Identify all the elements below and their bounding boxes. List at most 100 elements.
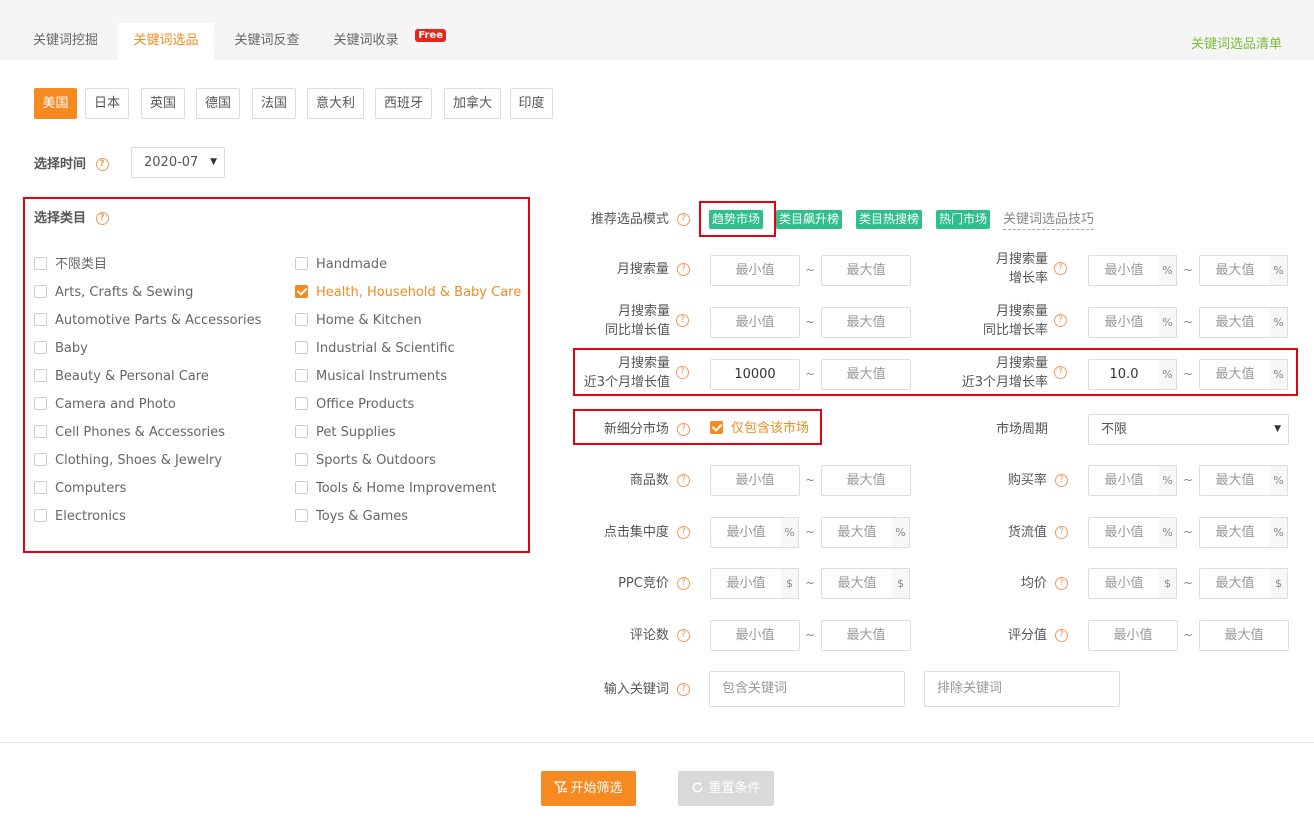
help-icon[interactable]: ? xyxy=(676,314,689,327)
q3-rate-min-input[interactable]: 10.0 xyxy=(1088,359,1160,390)
tab-keyword-product-selection[interactable]: 关键词选品 xyxy=(118,23,214,60)
monthly-search-max-input[interactable]: 最大值 xyxy=(821,255,911,286)
purchase-rate-max-input[interactable]: 最大值 xyxy=(1199,465,1271,496)
avg-price-max-input[interactable]: 最大值 xyxy=(1199,568,1271,599)
cargo-flow-min-input[interactable]: 最小值 xyxy=(1088,517,1160,548)
market-cycle-select[interactable]: 不限 ▼ xyxy=(1088,414,1289,445)
monthly-growth-max-input[interactable]: 最大值 xyxy=(1199,255,1271,286)
new-market-only-checkbox[interactable]: 仅包含该市场 xyxy=(710,420,809,438)
category-checkbox[interactable]: Camera and Photo xyxy=(34,396,176,414)
yoy-value-max-input[interactable]: 最大值 xyxy=(821,307,911,338)
selection-tips-link[interactable]: 关键词选品技巧 xyxy=(1003,210,1095,230)
help-icon[interactable]: ? xyxy=(677,423,690,436)
free-badge: Free xyxy=(415,29,446,42)
percent-suffix: % xyxy=(892,517,910,548)
country-us-button[interactable]: 美国 xyxy=(34,88,77,119)
category-checkbox[interactable]: Sports & Outdoors xyxy=(295,452,436,470)
product-count-label-text: 商品数 xyxy=(629,473,669,488)
help-icon[interactable]: ? xyxy=(1055,474,1068,487)
help-icon[interactable]: ? xyxy=(677,577,690,590)
avg-price-min-input[interactable]: 最小值 xyxy=(1088,568,1160,599)
country-de-button[interactable]: 德国 xyxy=(196,88,240,119)
category-checkbox[interactable]: Cell Phones & Accessories xyxy=(34,424,225,442)
help-icon[interactable]: ? xyxy=(677,263,690,276)
q3-value-min-input[interactable]: 10000 xyxy=(710,359,800,390)
click-concentration-max-input[interactable]: 最大值 xyxy=(821,517,893,548)
product-count-max-input[interactable]: 最大值 xyxy=(821,465,911,496)
mode-tag-trend-market[interactable]: 趋势市场 xyxy=(709,210,764,229)
help-icon[interactable]: ? xyxy=(677,683,690,696)
purchase-rate-min-input[interactable]: 最小值 xyxy=(1088,465,1160,496)
ppc-min-input[interactable]: 最小值 xyxy=(710,568,782,599)
category-checkbox[interactable]: Arts, Crafts & Sewing xyxy=(34,284,193,302)
country-in-button[interactable]: 印度 xyxy=(510,88,553,119)
tab-keyword-indexing[interactable]: 关键词收录 Free xyxy=(322,23,446,60)
q3-rate-max-input[interactable]: 最大值 xyxy=(1199,359,1271,390)
top-tab-bar: 关键词挖掘 关键词选品 关键词反查 关键词收录 Free 关键词选品清单 xyxy=(0,0,1314,60)
q3-value-max-input[interactable]: 最大值 xyxy=(821,359,911,390)
rating-min-input[interactable]: 最小值 xyxy=(1088,620,1178,651)
mode-tag-category-rising[interactable]: 类目飙升榜 xyxy=(776,210,843,229)
country-it-button[interactable]: 意大利 xyxy=(307,88,364,119)
category-checkbox[interactable]: Automotive Parts & Accessories xyxy=(34,312,261,330)
help-icon[interactable]: ? xyxy=(1055,629,1068,642)
category-checkbox[interactable]: Beauty & Personal Care xyxy=(34,368,209,386)
help-icon[interactable]: ? xyxy=(1054,262,1067,275)
category-checkbox[interactable]: Industrial & Scientific xyxy=(295,340,455,358)
mode-tag-category-hot-search[interactable]: 类目热搜榜 xyxy=(856,210,923,229)
category-checkbox[interactable]: Handmade xyxy=(295,256,387,274)
country-fr-button[interactable]: 法国 xyxy=(252,88,296,119)
category-checkbox[interactable]: Tools & Home Improvement xyxy=(295,480,496,498)
help-icon[interactable]: ? xyxy=(1054,366,1067,379)
tab-keyword-reverse-lookup[interactable]: 关键词反查 xyxy=(220,23,314,60)
category-checkbox[interactable]: Computers xyxy=(34,480,126,498)
reset-conditions-button[interactable]: 重置条件 xyxy=(678,771,774,806)
exclude-keyword-input[interactable]: 排除关键词 xyxy=(924,671,1120,707)
review-count-min-input[interactable]: 最小值 xyxy=(710,620,800,651)
category-checkbox[interactable]: Health, Household & Baby Care xyxy=(295,284,521,302)
help-icon[interactable]: ? xyxy=(676,366,689,379)
help-icon[interactable]: ? xyxy=(95,212,109,225)
country-uk-button[interactable]: 英国 xyxy=(141,88,185,119)
category-checkbox[interactable]: Electronics xyxy=(34,508,126,526)
country-es-button[interactable]: 西班牙 xyxy=(375,88,432,119)
category-checkbox[interactable]: Musical Instruments xyxy=(295,368,447,386)
start-filter-button[interactable]: 开始筛选 xyxy=(541,771,636,806)
yoy-value-min-input[interactable]: 最小值 xyxy=(710,307,800,338)
tab-keyword-mining[interactable]: 关键词挖掘 xyxy=(18,23,113,60)
cargo-flow-max-input[interactable]: 最大值 xyxy=(1199,517,1271,548)
help-icon[interactable]: ? xyxy=(1055,577,1068,590)
include-keyword-input[interactable]: 包含关键词 xyxy=(709,671,905,707)
country-jp-button[interactable]: 日本 xyxy=(85,88,129,119)
keyword-selection-list-link[interactable]: 关键词选品清单 xyxy=(1191,33,1282,52)
category-checkbox[interactable]: Office Products xyxy=(295,396,414,414)
category-checkbox[interactable]: Toys & Games xyxy=(295,508,408,526)
help-icon[interactable]: ? xyxy=(677,629,690,642)
monthly-growth-min-input[interactable]: 最小值 xyxy=(1088,255,1160,286)
ppc-max-input[interactable]: 最大值 xyxy=(821,568,893,599)
help-icon[interactable]: ? xyxy=(1055,526,1068,539)
yoy-rate-min-input[interactable]: 最小值 xyxy=(1088,307,1160,338)
country-ca-button[interactable]: 加拿大 xyxy=(444,88,501,119)
review-count-max-input[interactable]: 最大值 xyxy=(821,620,911,651)
category-checkbox-label: 不限类目 xyxy=(55,257,108,272)
help-icon[interactable]: ? xyxy=(677,213,690,226)
help-icon[interactable]: ? xyxy=(677,526,690,539)
help-icon[interactable]: ? xyxy=(1054,314,1067,327)
range-separator: ~ xyxy=(1182,576,1194,590)
time-select[interactable]: 2020-07 ▼ xyxy=(131,147,225,178)
help-icon[interactable]: ? xyxy=(95,158,109,171)
rating-max-input[interactable]: 最大值 xyxy=(1199,620,1289,651)
product-count-min-input[interactable]: 最小值 xyxy=(710,465,800,496)
category-checkbox[interactable]: Pet Supplies xyxy=(295,424,396,442)
category-checkbox[interactable]: 不限类目 xyxy=(34,256,107,274)
yoy-rate-max-input[interactable]: 最大值 xyxy=(1199,307,1271,338)
help-icon[interactable]: ? xyxy=(677,474,690,487)
monthly-search-min-input[interactable]: 最小值 xyxy=(710,255,800,286)
category-checkbox-label: Camera and Photo xyxy=(55,397,176,412)
click-concentration-min-input[interactable]: 最小值 xyxy=(710,517,782,548)
category-checkbox[interactable]: Clothing, Shoes & Jewelry xyxy=(34,452,222,470)
mode-tag-hot-market[interactable]: 热门市场 xyxy=(936,210,991,229)
category-checkbox[interactable]: Home & Kitchen xyxy=(295,312,422,330)
category-checkbox[interactable]: Baby xyxy=(34,340,88,358)
